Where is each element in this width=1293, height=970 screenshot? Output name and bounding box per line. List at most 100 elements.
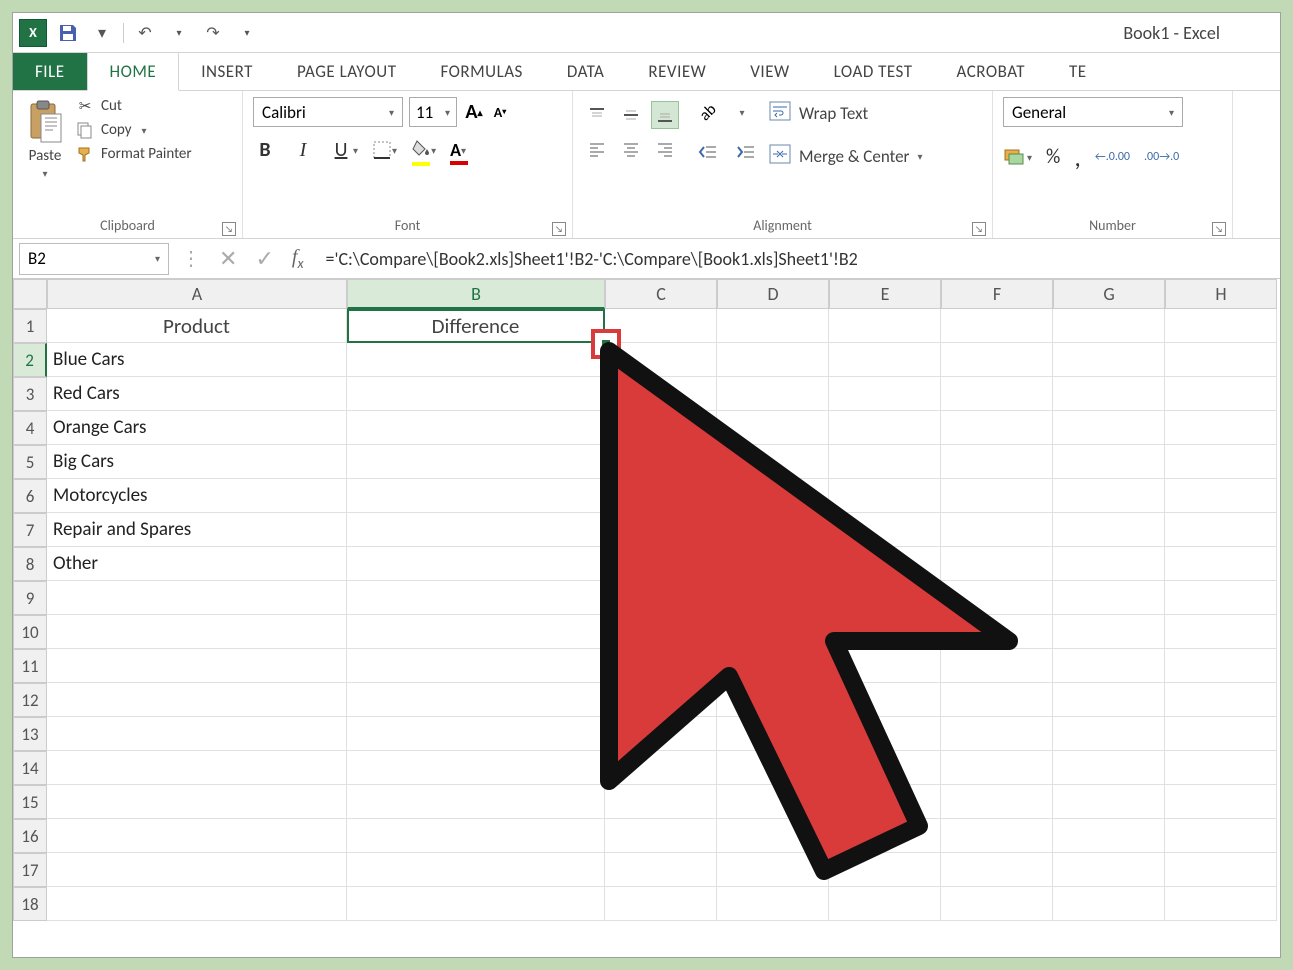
cell-C11[interactable] [605, 649, 717, 683]
cell-H2[interactable] [1165, 343, 1277, 377]
cell-A13[interactable] [47, 717, 347, 751]
cell-F6[interactable] [941, 479, 1053, 513]
cell-E2[interactable] [829, 343, 941, 377]
cell-C16[interactable] [605, 819, 717, 853]
cell-D1[interactable] [717, 309, 829, 343]
cell-H18[interactable] [1165, 887, 1277, 921]
cell-D13[interactable] [717, 717, 829, 751]
cell-B10[interactable] [347, 615, 605, 649]
cell-F4[interactable] [941, 411, 1053, 445]
cell-E16[interactable] [829, 819, 941, 853]
cell-C5[interactable] [605, 445, 717, 479]
cell-G7[interactable] [1053, 513, 1165, 547]
cell-E14[interactable] [829, 751, 941, 785]
column-header-D[interactable]: D [717, 279, 829, 309]
cell-G11[interactable] [1053, 649, 1165, 683]
cell-A10[interactable] [47, 615, 347, 649]
cell-C15[interactable] [605, 785, 717, 819]
cell-D3[interactable] [717, 377, 829, 411]
cell-E3[interactable] [829, 377, 941, 411]
row-header-15[interactable]: 15 [13, 785, 47, 819]
cell-B16[interactable] [347, 819, 605, 853]
percent-button[interactable]: % [1046, 145, 1060, 169]
cell-G14[interactable] [1053, 751, 1165, 785]
merge-center-button[interactable]: Merge & Center ▾ [769, 144, 923, 169]
cell-B5[interactable] [347, 445, 605, 479]
font-color-dropdown-icon[interactable]: ▾ [461, 144, 466, 157]
cell-G18[interactable] [1053, 887, 1165, 921]
cell-A3[interactable]: Red Cars [47, 377, 347, 411]
cell-H17[interactable] [1165, 853, 1277, 887]
increase-decimal-button[interactable]: ←.0.00 [1095, 150, 1130, 164]
merge-dropdown-icon[interactable]: ▾ [917, 150, 922, 163]
cell-H14[interactable] [1165, 751, 1277, 785]
cell-G10[interactable] [1053, 615, 1165, 649]
border-button[interactable]: ▾ [372, 140, 397, 160]
cell-G2[interactable] [1053, 343, 1165, 377]
cell-G17[interactable] [1053, 853, 1165, 887]
underline-dropdown-icon[interactable]: ▾ [353, 144, 358, 157]
decrease-indent-icon[interactable] [693, 137, 723, 167]
cell-A9[interactable] [47, 581, 347, 615]
cell-F11[interactable] [941, 649, 1053, 683]
number-format-select[interactable]: General ▾ [1003, 97, 1183, 127]
cell-H11[interactable] [1165, 649, 1277, 683]
cell-H13[interactable] [1165, 717, 1277, 751]
cell-D17[interactable] [717, 853, 829, 887]
increase-indent-icon[interactable] [731, 137, 761, 167]
orientation-icon[interactable]: ab [693, 97, 723, 127]
cell-F2[interactable] [941, 343, 1053, 377]
cell-A7[interactable]: Repair and Spares [47, 513, 347, 547]
cell-H6[interactable] [1165, 479, 1277, 513]
row-header-8[interactable]: 8 [13, 547, 47, 581]
row-header-14[interactable]: 14 [13, 751, 47, 785]
cell-D11[interactable] [717, 649, 829, 683]
cell-B14[interactable] [347, 751, 605, 785]
cell-D15[interactable] [717, 785, 829, 819]
tab-insert[interactable]: INSERT [179, 53, 275, 90]
cell-G12[interactable] [1053, 683, 1165, 717]
cell-C8[interactable] [605, 547, 717, 581]
cell-A1[interactable]: Product [47, 309, 347, 343]
fill-color-dropdown-icon[interactable]: ▾ [431, 144, 436, 157]
format-painter-button[interactable]: Format Painter [75, 145, 192, 163]
cell-C6[interactable] [605, 479, 717, 513]
undo-dropdown-icon[interactable]: ▾ [166, 20, 192, 46]
cell-H4[interactable] [1165, 411, 1277, 445]
formula-input[interactable]: ='C:\Compare\[Book2.xls]Sheet1'!B2-'C:\C… [316, 243, 1280, 275]
tab-te[interactable]: TE [1047, 53, 1109, 90]
cell-E6[interactable] [829, 479, 941, 513]
align-left-icon[interactable] [583, 135, 611, 163]
cell-G9[interactable] [1053, 581, 1165, 615]
cell-A12[interactable] [47, 683, 347, 717]
row-header-9[interactable]: 9 [13, 581, 47, 615]
cell-E9[interactable] [829, 581, 941, 615]
cell-H5[interactable] [1165, 445, 1277, 479]
cell-D14[interactable] [717, 751, 829, 785]
cell-F17[interactable] [941, 853, 1053, 887]
cell-A11[interactable] [47, 649, 347, 683]
cell-A4[interactable]: Orange Cars [47, 411, 347, 445]
cell-C13[interactable] [605, 717, 717, 751]
cell-B13[interactable] [347, 717, 605, 751]
tab-load-test[interactable]: LOAD TEST [812, 53, 935, 90]
cell-G13[interactable] [1053, 717, 1165, 751]
cell-B6[interactable] [347, 479, 605, 513]
redo-dropdown-icon[interactable]: ▾ [234, 20, 260, 46]
row-header-5[interactable]: 5 [13, 445, 47, 479]
cell-B12[interactable] [347, 683, 605, 717]
cell-B15[interactable] [347, 785, 605, 819]
decrease-font-icon[interactable]: A▾ [489, 99, 511, 125]
paste-button[interactable]: Paste ▾ [23, 97, 67, 182]
spreadsheet-grid[interactable]: ABCDEFGH1ProductDifference2Blue Cars3Red… [13, 279, 1280, 921]
cell-C1[interactable] [605, 309, 717, 343]
undo-icon[interactable]: ↶ [132, 20, 158, 46]
row-header-16[interactable]: 16 [13, 819, 47, 853]
row-header-6[interactable]: 6 [13, 479, 47, 513]
qat-dropdown-icon[interactable]: ▾ [89, 20, 115, 46]
cancel-formula-icon[interactable]: ✕ [219, 245, 237, 272]
cell-E5[interactable] [829, 445, 941, 479]
tab-formulas[interactable]: FORMULAS [418, 53, 544, 90]
cell-D12[interactable] [717, 683, 829, 717]
cell-H9[interactable] [1165, 581, 1277, 615]
